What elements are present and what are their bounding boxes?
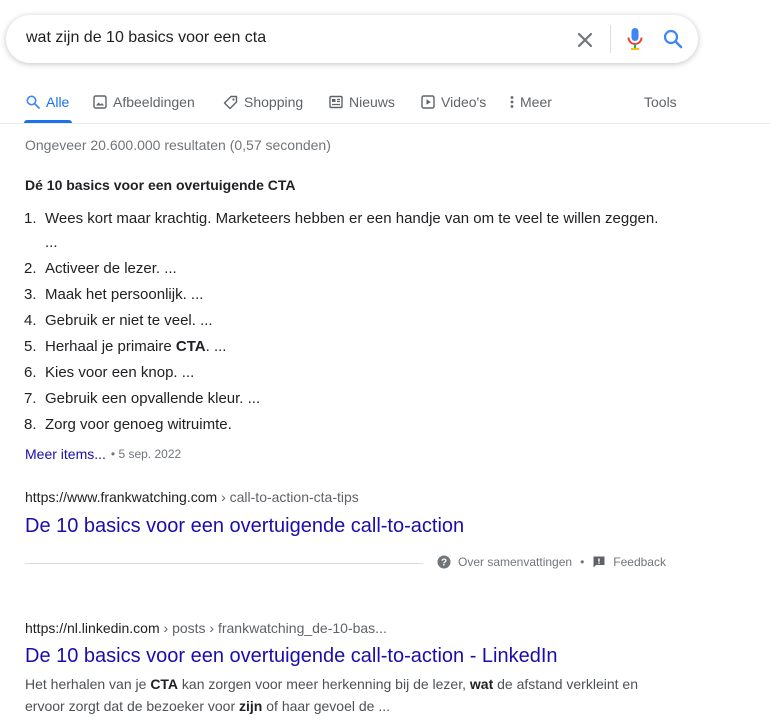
result-domain: https://www.frankwatching.com xyxy=(25,489,218,505)
list-item: 3. Maak het persoonlijk. ... xyxy=(24,283,664,307)
snippet-list: 1. Wees kort maar krachtig. Marketeers h… xyxy=(24,207,664,439)
list-number: 5. xyxy=(24,338,37,355)
result-description: Het herhalen van je CTA kan zorgen voor … xyxy=(25,673,645,717)
desc-bold: wat xyxy=(469,676,494,692)
search-button[interactable] xyxy=(661,27,685,51)
desc-bold: zijn xyxy=(239,698,263,714)
result-title-link[interactable]: De 10 basics voor een overtuigende call-… xyxy=(25,515,464,538)
divider xyxy=(25,563,423,564)
snippet-about-bar: ? Over samenvattingen • Feedback xyxy=(437,555,666,569)
list-text: Herhaal je primaire CTA. ... xyxy=(45,335,664,359)
snippet-title: Dé 10 basics voor een overtuigende CTA xyxy=(25,177,296,193)
search-input[interactable]: wat zijn de 10 basics voor een cta xyxy=(26,29,266,47)
snippet-date: • 5 sep. 2022 xyxy=(110,447,182,461)
list-number: 6. xyxy=(24,364,37,381)
tab-shopping[interactable]: Shopping xyxy=(223,92,303,112)
list-number: 8. xyxy=(24,416,37,433)
feedback-button[interactable]: Feedback xyxy=(592,555,666,569)
search-icon xyxy=(26,95,40,109)
result-domain: https://nl.linkedin.com xyxy=(25,620,160,636)
result-breadcrumb: › call-to-action-cta-tips xyxy=(217,489,359,505)
active-tab-indicator xyxy=(24,120,72,123)
clear-search-button[interactable] xyxy=(572,27,598,53)
feedback-label: Feedback xyxy=(613,555,666,569)
tab-label: Alle xyxy=(46,94,70,110)
tab-label: Meer xyxy=(520,94,552,110)
list-item: 1. Wees kort maar krachtig. Marketeers h… xyxy=(24,207,664,255)
close-icon xyxy=(577,32,593,48)
desc-text: kan zorgen voor meer herkenning bij de l… xyxy=(178,676,470,692)
list-text: Wees kort maar krachtig. Marketeers hebb… xyxy=(45,210,659,251)
voice-search-button[interactable] xyxy=(623,27,647,51)
tab-images[interactable]: Afbeeldingen xyxy=(93,92,195,112)
list-text-part: Herhaal je primaire xyxy=(45,338,176,355)
result-breadcrumb: › posts › frankwatching_de-10-bas... xyxy=(159,620,387,636)
list-number: 1. xyxy=(24,210,37,227)
image-icon xyxy=(93,95,107,109)
result-url[interactable]: https://www.frankwatching.com › call-to-… xyxy=(25,489,359,505)
tab-more[interactable]: Meer xyxy=(510,92,552,112)
list-item: 4. Gebruik er niet te veel. ... xyxy=(24,309,664,333)
separator-dot: • xyxy=(580,555,585,569)
microphone-icon xyxy=(627,28,643,50)
list-text: Gebruik er niet te veel. ... xyxy=(45,312,213,329)
search-icon xyxy=(663,29,683,49)
snippet-footer: Meer items... • 5 sep. 2022 xyxy=(25,446,181,462)
list-number: 2. xyxy=(24,260,37,277)
list-item: 2. Activeer de lezer. ... xyxy=(24,257,664,281)
list-text-bold: CTA xyxy=(175,338,206,355)
desc-bold: CTA xyxy=(150,676,179,692)
more-vert-icon xyxy=(510,96,514,108)
list-number: 4. xyxy=(24,312,37,329)
list-item: 7. Gebruik een opvallende kleur. ... xyxy=(24,387,664,411)
tab-label: Afbeeldingen xyxy=(113,94,195,110)
svg-text:?: ? xyxy=(441,558,447,569)
desc-text: Het herhalen van je xyxy=(25,676,151,692)
tools-label: Tools xyxy=(644,94,677,110)
list-text: Zorg voor genoeg witruimte. xyxy=(45,416,232,433)
tab-news[interactable]: Nieuws xyxy=(329,92,395,112)
result-stats: Ongeveer 20.600.000 resultaten (0,57 sec… xyxy=(25,137,331,153)
tools-button[interactable]: Tools xyxy=(644,92,677,112)
list-item: 6. Kies voor een knop. ... xyxy=(24,361,664,385)
list-text: Activeer de lezer. ... xyxy=(45,260,177,277)
list-text: Maak het persoonlijk. ... xyxy=(45,286,204,303)
tag-icon xyxy=(223,95,238,109)
list-item: 5. Herhaal je primaire CTA. ... xyxy=(24,335,664,359)
tab-all[interactable]: Alle xyxy=(26,92,69,112)
search-bar: wat zijn de 10 basics voor een cta xyxy=(6,15,698,63)
feedback-icon xyxy=(593,556,605,568)
news-icon xyxy=(329,95,343,109)
more-items-link[interactable]: Meer items... xyxy=(25,446,106,462)
tab-label: Nieuws xyxy=(349,94,395,110)
play-icon xyxy=(421,95,435,109)
list-text-part: . ... xyxy=(205,338,227,355)
desc-text: of haar gevoel de ... xyxy=(262,698,390,714)
search-tabs: Alle Afbeeldingen Shopping Nieuws Video'… xyxy=(0,88,770,124)
list-number: 7. xyxy=(24,390,37,407)
result-title-link[interactable]: De 10 basics voor een overtuigende call-… xyxy=(25,645,558,668)
help-icon: ? xyxy=(437,555,451,569)
list-text: Kies voor een knop. ... xyxy=(45,364,195,381)
list-number: 3. xyxy=(24,286,37,303)
tab-label: Shopping xyxy=(244,94,304,110)
about-snippets-button[interactable]: ? Over samenvattingen xyxy=(437,555,572,569)
result-url[interactable]: https://nl.linkedin.com › posts › frankw… xyxy=(25,620,387,636)
search-bar-divider xyxy=(610,25,611,53)
list-text: Gebruik een opvallende kleur. ... xyxy=(45,390,261,407)
tab-label: Video's xyxy=(441,94,487,110)
about-snippets-label: Over samenvattingen xyxy=(458,555,573,569)
tab-videos[interactable]: Video's xyxy=(421,92,486,112)
list-item: 8. Zorg voor genoeg witruimte. xyxy=(24,413,664,437)
